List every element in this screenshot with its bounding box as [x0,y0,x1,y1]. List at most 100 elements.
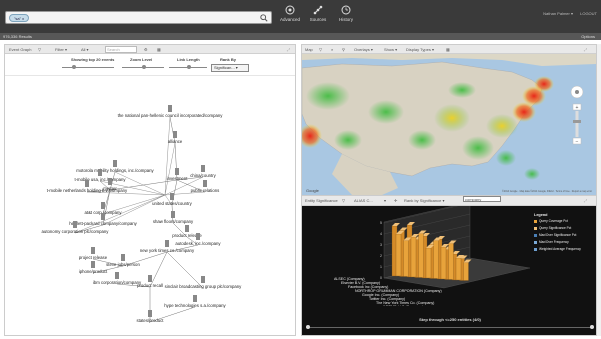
zoom-slider-knob[interactable] [142,65,146,69]
legend-swatch [534,240,537,244]
chart-bar[interactable] [425,247,432,279]
expand-icon[interactable]: ⤢ [287,45,290,54]
sources-button[interactable]: Sources [305,5,331,29]
graph-node[interactable]: shaw floors/company [153,211,194,224]
entity-label: WEBMD LLC (Company) [383,305,423,306]
chart-settings-icon[interactable]: ▾ [384,196,386,206]
heat-blob [496,150,516,166]
node-glyph [201,165,205,172]
graph-node[interactable]: hewlett-packard company/company [69,213,138,226]
graph-node[interactable]: alliance [168,131,183,144]
company-input[interactable]: company [463,196,501,202]
chart-bar[interactable] [433,240,439,279]
logout-link[interactable]: LOGOUT [580,11,597,16]
map-zoom-control[interactable]: + − [570,85,584,145]
map-pin-icon[interactable]: ⚲ [342,45,345,54]
step-slider-start-knob[interactable] [306,325,310,329]
node-label: alliance [168,139,183,144]
move-icon[interactable]: ✛ [394,196,397,206]
zoom-track[interactable] [575,111,579,137]
display-types-dropdown[interactable]: Display Types ▾ [406,45,434,54]
node-label: shaw floors/company [153,219,194,224]
zoom-slider[interactable] [122,65,164,69]
map-search-icon[interactable]: ⌕ [331,45,333,54]
settings-gear-icon[interactable]: ⚙ [144,45,148,54]
rank-select[interactable]: Significan... ▾ [211,64,249,72]
chart-expand-icon[interactable]: ⤢ [584,196,587,206]
chart-bar[interactable] [448,243,454,280]
chart-bar[interactable] [395,233,402,277]
results-bar: 976,336 Results Options [0,33,601,40]
legend-swatch [534,233,537,237]
node-glyph [173,131,177,138]
map-attribution: ©2014 Google · Map data ©2014 Google, IN… [502,190,592,193]
node-glyph [98,169,102,176]
map-canvas[interactable]: + − Google ©2014 Google · Map data ©2014… [302,54,596,195]
node-glyph [203,180,207,187]
graph-node[interactable]: iphone/product [79,261,108,274]
legend-swatch [534,247,537,251]
node-glyph [85,180,89,187]
layers-icon[interactable]: ▦ [157,45,161,54]
graph-node[interactable]: steve jobs/person [106,254,140,267]
heat-map[interactable]: + − Google ©2014 Google · Map data ©2014… [302,54,596,195]
graph-node[interactable]: sinclair broadcasting group plc/company [165,276,243,289]
link-length-slider[interactable] [169,65,207,69]
step-slider-end-knob[interactable] [590,325,594,329]
graph-search-input[interactable]: Search [105,46,137,53]
map-filter-icon[interactable]: ▽ [319,45,322,54]
heat-blob [306,82,350,110]
alias-dropdown[interactable]: ALIAS C... [354,196,373,206]
chart-filter-icon[interactable]: ▽ [342,196,345,206]
graph-node[interactable]: united states/country [152,193,193,206]
chart-bar[interactable] [463,262,469,281]
heat-blob [408,130,436,150]
node-label: hewlett-packard company/company [69,221,137,226]
advanced-button[interactable]: Advanced [277,5,303,29]
legend-label: Query Coverage Pct [539,219,568,223]
history-button[interactable]: History [333,5,359,29]
filter-dropdown[interactable]: Filter ▾ [55,45,67,54]
node-glyph [73,221,77,228]
events-slider[interactable] [62,65,114,69]
map-layers-icon[interactable]: ▦ [446,45,450,54]
chart-bar[interactable] [410,236,417,278]
chart-bar[interactable] [440,246,447,280]
filter-icon[interactable]: ▽ [38,45,41,54]
node-glyph [201,276,205,283]
search-token[interactable]: "sa" x [9,14,30,22]
user-menu[interactable]: Nathan Palmer ▾ LOGOUT [537,11,597,16]
rank-label: Rank By [220,57,237,62]
heat-blob [486,114,518,138]
zoom-thumb[interactable] [573,120,581,123]
chart-bar[interactable] [403,240,409,277]
link-slider-knob[interactable] [187,65,191,69]
options-link[interactable]: Options [581,33,595,40]
event-graph[interactable]: the national pan-hellenic council incorp… [5,77,295,335]
graph-node[interactable]: states/product [137,310,165,323]
page-scrollbar[interactable] [597,44,601,336]
entity-significance-panel: Entity Significance ▽ ALIAS C... ▾ ✛ Ran… [301,195,597,336]
graph-node[interactable]: project release [79,247,108,260]
legend-label: Weighted Average Frequency [539,247,581,251]
rank-by-dropdown[interactable]: Rank by Significance ▾ [404,196,444,206]
events-slider-knob[interactable] [72,65,76,69]
chart-bar[interactable] [455,257,462,281]
graph-node[interactable]: motorola mobility holdings, inc./company [76,160,155,173]
node-label: steve jobs/person [106,262,140,267]
search-input[interactable]: "sa" x [5,11,272,24]
all-dropdown[interactable]: All ▾ [81,45,89,54]
history-label: History [338,17,353,22]
graph-node[interactable]: public relations [191,180,220,193]
step-slider[interactable] [306,325,594,329]
map-expand-icon[interactable]: ⤢ [584,45,587,54]
node-glyph [148,310,152,317]
graph-node[interactable]: the national pan-hellenic council incorp… [118,105,224,118]
search-icon[interactable] [260,14,268,22]
user-name[interactable]: Nathan Palmer ▾ [543,11,573,16]
graph-node[interactable]: china/country [190,165,217,178]
overlays-dropdown[interactable]: Overlays ▾ [354,45,373,54]
show-dropdown[interactable]: Show ▾ [384,45,397,54]
graph-node[interactable]: hype technologies s.a./company [164,295,227,308]
chart-bar[interactable] [418,233,424,278]
